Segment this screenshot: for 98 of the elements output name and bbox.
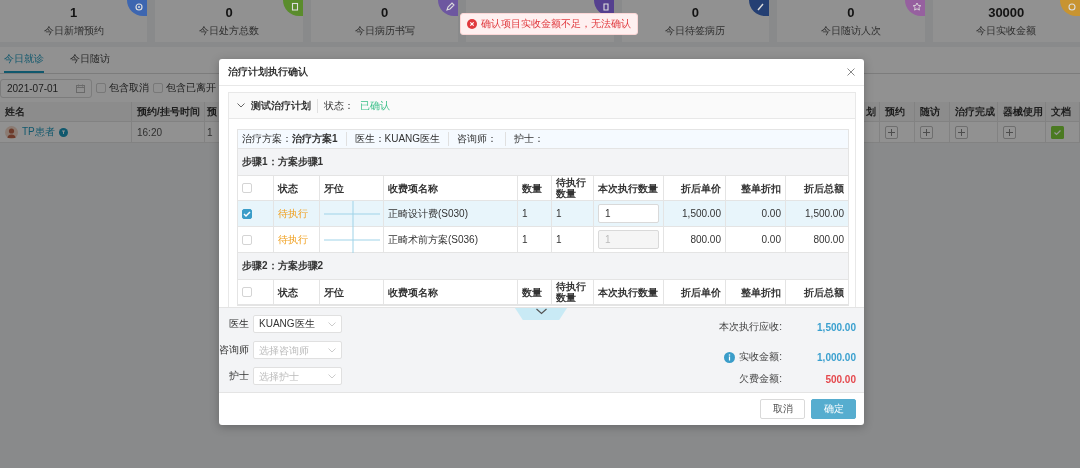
column-header: 本次执行数量 xyxy=(594,280,664,305)
column-header: 数量 xyxy=(518,176,552,201)
field-label: 医生 xyxy=(228,317,249,331)
column-header: 整单折扣 xyxy=(726,176,786,201)
toast-message: 确认项目实收金额不足，无法确认 xyxy=(481,17,631,31)
table-cell: 800.00 xyxy=(664,227,726,253)
collapse-button[interactable] xyxy=(515,308,567,320)
chevron-down-icon[interactable] xyxy=(237,103,245,108)
dialog-title: 治疗计划执行确认 xyxy=(228,65,308,79)
status-text: 待执行 xyxy=(274,201,320,227)
stat-label: 今日新增预约 xyxy=(43,23,104,38)
table-cell: 正畸设计费(S030) xyxy=(384,201,518,227)
column-header: 牙位 xyxy=(320,176,384,201)
column-header: 预约/挂号时间 xyxy=(132,102,205,121)
info-icon[interactable] xyxy=(724,351,736,363)
stat-label: 今日病历书写 xyxy=(354,23,415,38)
chevron-down-icon xyxy=(328,374,336,379)
plan-name: 测试治疗计划 xyxy=(251,98,318,113)
column-header: 状态 xyxy=(274,280,320,305)
plus-icon[interactable] xyxy=(1003,125,1016,139)
column-header: 治疗完成 xyxy=(950,102,998,121)
table-cell: 1,500.00 xyxy=(786,201,848,227)
calendar-icon xyxy=(76,83,85,93)
stat-value: 0 xyxy=(225,4,233,20)
stat-label: 今日实收金额 xyxy=(976,23,1037,38)
quantity-input[interactable]: 1 xyxy=(598,204,659,223)
chevron-down-icon[interactable] xyxy=(535,308,547,315)
column-header: 状态 xyxy=(274,176,320,201)
column-header: 待执行数量 xyxy=(552,176,594,201)
checkbox[interactable] xyxy=(96,83,106,93)
select-field[interactable]: 选择咨询师 xyxy=(253,341,342,359)
field-label: 咨询师 xyxy=(219,343,249,357)
close-icon[interactable] xyxy=(847,68,855,76)
column-header: 折后单价 xyxy=(664,176,726,201)
total-label: 实收金额: xyxy=(739,350,782,364)
confirm-button[interactable]: 确定 xyxy=(811,399,856,419)
plus-icon[interactable] xyxy=(920,125,933,139)
tab[interactable]: 今日随访 xyxy=(70,47,110,73)
cancel-button[interactable]: 取消 xyxy=(760,399,805,419)
column-header: 预约 xyxy=(880,102,915,121)
total-value: 1,000.00 xyxy=(816,351,856,363)
date-field[interactable]: 2021-07-01 xyxy=(0,78,92,98)
info-text: 治疗方案：治疗方案1 xyxy=(242,132,347,146)
table-cell: 1,500.00 xyxy=(664,201,726,227)
checkbox[interactable] xyxy=(242,208,252,219)
table-cell: 1 xyxy=(552,227,594,253)
stat-value: 1 xyxy=(70,4,78,20)
checkbox-label: 包含取消 xyxy=(109,81,149,95)
plus-icon[interactable] xyxy=(885,125,898,139)
step-title: 步骤1：方案步骤1 xyxy=(238,149,848,176)
table-cell: 0.00 xyxy=(726,227,786,253)
check-icon[interactable] xyxy=(1051,125,1064,139)
error-icon xyxy=(467,19,477,29)
total-label: 欠费金额: xyxy=(739,372,782,386)
column-header: 姓名 xyxy=(0,102,132,121)
stat-label: 今日随访人次 xyxy=(820,23,881,38)
stat-value: 0 xyxy=(380,4,389,20)
column-header: 收费项名称 xyxy=(384,176,518,201)
patient-name-link[interactable]: TP患者 xyxy=(22,125,55,139)
table-cell: 1 xyxy=(518,227,552,253)
chevron-down-icon xyxy=(328,348,336,353)
column-header: 数量 xyxy=(518,280,552,305)
total-value: 1,500.00 xyxy=(816,321,856,333)
status-text: 待执行 xyxy=(274,227,320,253)
info-text: 咨询师： xyxy=(449,132,507,146)
stat-value: 0 xyxy=(691,4,699,20)
plus-icon[interactable] xyxy=(955,125,968,139)
stat-label: 今日待签病历 xyxy=(665,23,726,38)
total-value: 500.00 xyxy=(824,373,856,385)
table-cell: 16:20 xyxy=(132,122,205,142)
select-field[interactable]: KUANG医生 xyxy=(253,315,342,333)
stat-value: 30000 xyxy=(988,4,1025,20)
stat-value: 0 xyxy=(847,4,855,20)
column-header: 随访 xyxy=(915,102,950,121)
status-label: 状态： xyxy=(324,98,354,113)
column-header: 收费项名称 xyxy=(384,280,518,305)
table-cell: 正畸术前方案(S036) xyxy=(384,227,518,253)
badge-icon xyxy=(58,127,68,137)
column-header: 文档 xyxy=(1046,102,1080,121)
column-header: 本次执行数量 xyxy=(594,176,664,201)
column-header: 牙位 xyxy=(320,280,384,305)
status-value: 已确认 xyxy=(360,98,390,113)
table-cell: 1 xyxy=(552,201,594,227)
table-cell: 0.00 xyxy=(726,201,786,227)
field-label: 护士 xyxy=(228,369,249,383)
step-title: 步骤2：方案步骤2 xyxy=(238,253,848,280)
stat-label: 今日处方总数 xyxy=(199,23,260,38)
info-text: 医生：KUANG医生 xyxy=(346,132,450,146)
column-header: 待执行数量 xyxy=(552,280,594,305)
column-header: 折后单价 xyxy=(664,280,726,305)
checkbox[interactable] xyxy=(153,83,163,93)
column-header: 整单折扣 xyxy=(726,280,786,305)
total-label: 本次执行应收: xyxy=(719,320,782,334)
table-cell: 1 xyxy=(518,201,552,227)
checkbox-label: 包含已离开 xyxy=(166,81,216,95)
column-header: 器械使用 xyxy=(998,102,1046,121)
avatar-icon xyxy=(5,125,18,139)
chevron-down-icon xyxy=(328,322,336,327)
